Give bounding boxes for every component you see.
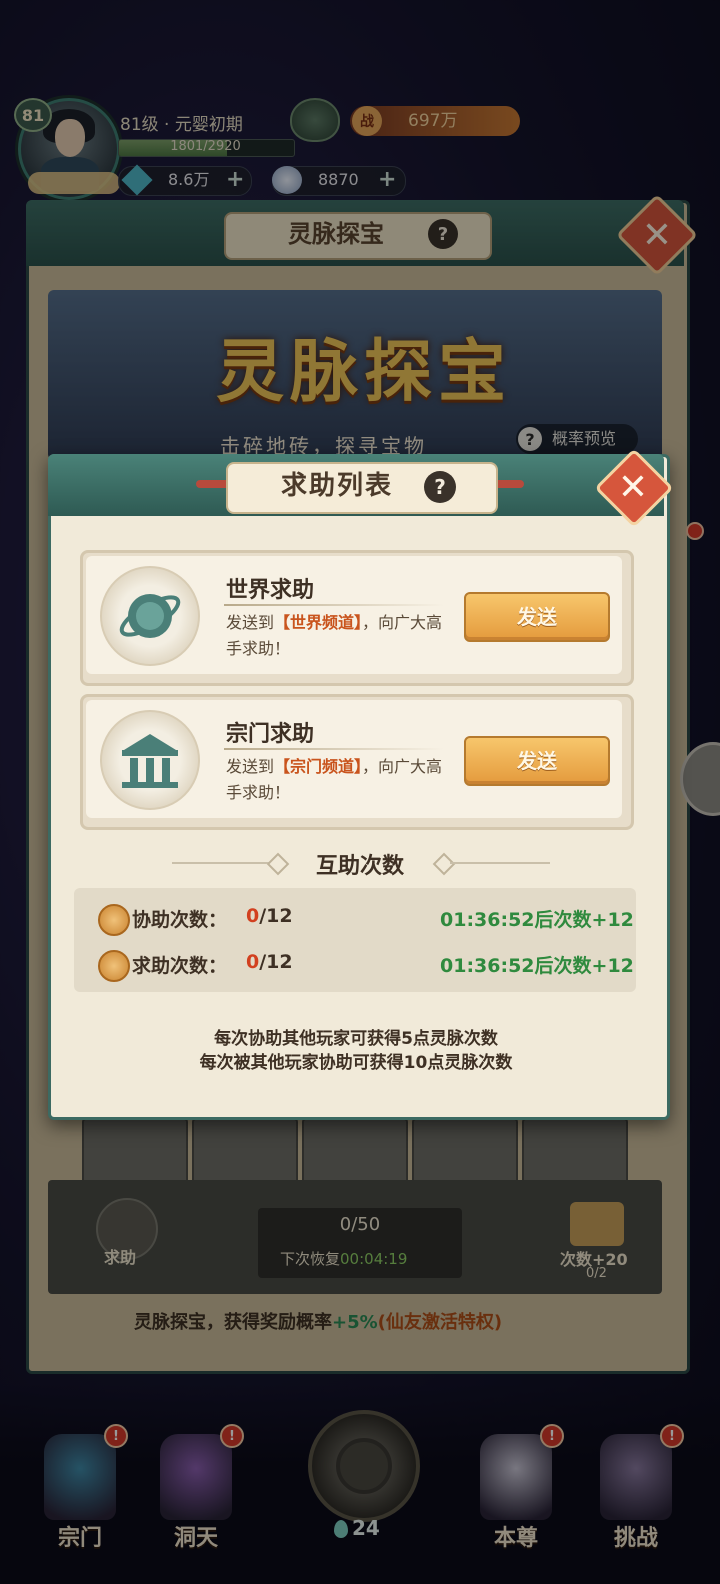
section-divider-right <box>450 862 550 864</box>
planet-icon-svg <box>119 594 181 638</box>
desc-prefix: 发送到 <box>226 757 275 776</box>
fist-icon <box>98 950 130 982</box>
help-list-close-button[interactable]: ✕ <box>604 458 662 516</box>
world-send-button[interactable]: 发送 <box>464 592 610 642</box>
sect-channel: 【宗门频道】 <box>274 757 363 776</box>
note-line-1: 每次协助其他玩家可获得5点灵脉次数 <box>214 1029 498 1049</box>
planet-icon <box>100 566 200 666</box>
desc-prefix: 发送到 <box>226 613 275 632</box>
sect-help-title: 宗门求助 <box>226 722 315 747</box>
world-help-title: 世界求助 <box>226 578 315 603</box>
divider <box>224 748 444 750</box>
request-total: /12 <box>259 951 293 973</box>
assist-current: 0 <box>246 905 260 927</box>
pavilion-icon <box>100 710 200 810</box>
assist-count-label: 协助次数： <box>132 909 228 931</box>
assist-refresh-timer: 01:36:52后次数+12 <box>440 909 634 931</box>
pavilion-icon-svg <box>122 734 178 788</box>
request-count-label: 求助次数： <box>132 955 228 977</box>
help-list-help-icon[interactable]: ? <box>424 471 456 503</box>
help-list-title: 求助列表 <box>280 471 393 501</box>
note-line-2: 每次被其他玩家协助可获得10点灵脉次数 <box>199 1053 513 1073</box>
sect-help-desc: 发送到【宗门频道】，向广大高手求助！ <box>226 754 446 806</box>
sect-send-button[interactable]: 发送 <box>464 736 610 786</box>
header-cord-left <box>196 480 230 488</box>
request-current: 0 <box>246 951 260 973</box>
world-channel: 【世界频道】 <box>274 613 363 632</box>
world-help-desc: 发送到【世界频道】，向广大高手求助！ <box>226 610 446 662</box>
request-count: 0/12 <box>246 951 293 973</box>
fist-icon <box>98 904 130 936</box>
assist-count: 0/12 <box>246 905 293 927</box>
assist-total: /12 <box>259 905 293 927</box>
mutual-help-title: 互助次数 <box>315 854 404 879</box>
section-divider-left <box>172 862 272 864</box>
divider <box>224 604 444 606</box>
request-refresh-timer: 01:36:52后次数+12 <box>440 955 634 977</box>
